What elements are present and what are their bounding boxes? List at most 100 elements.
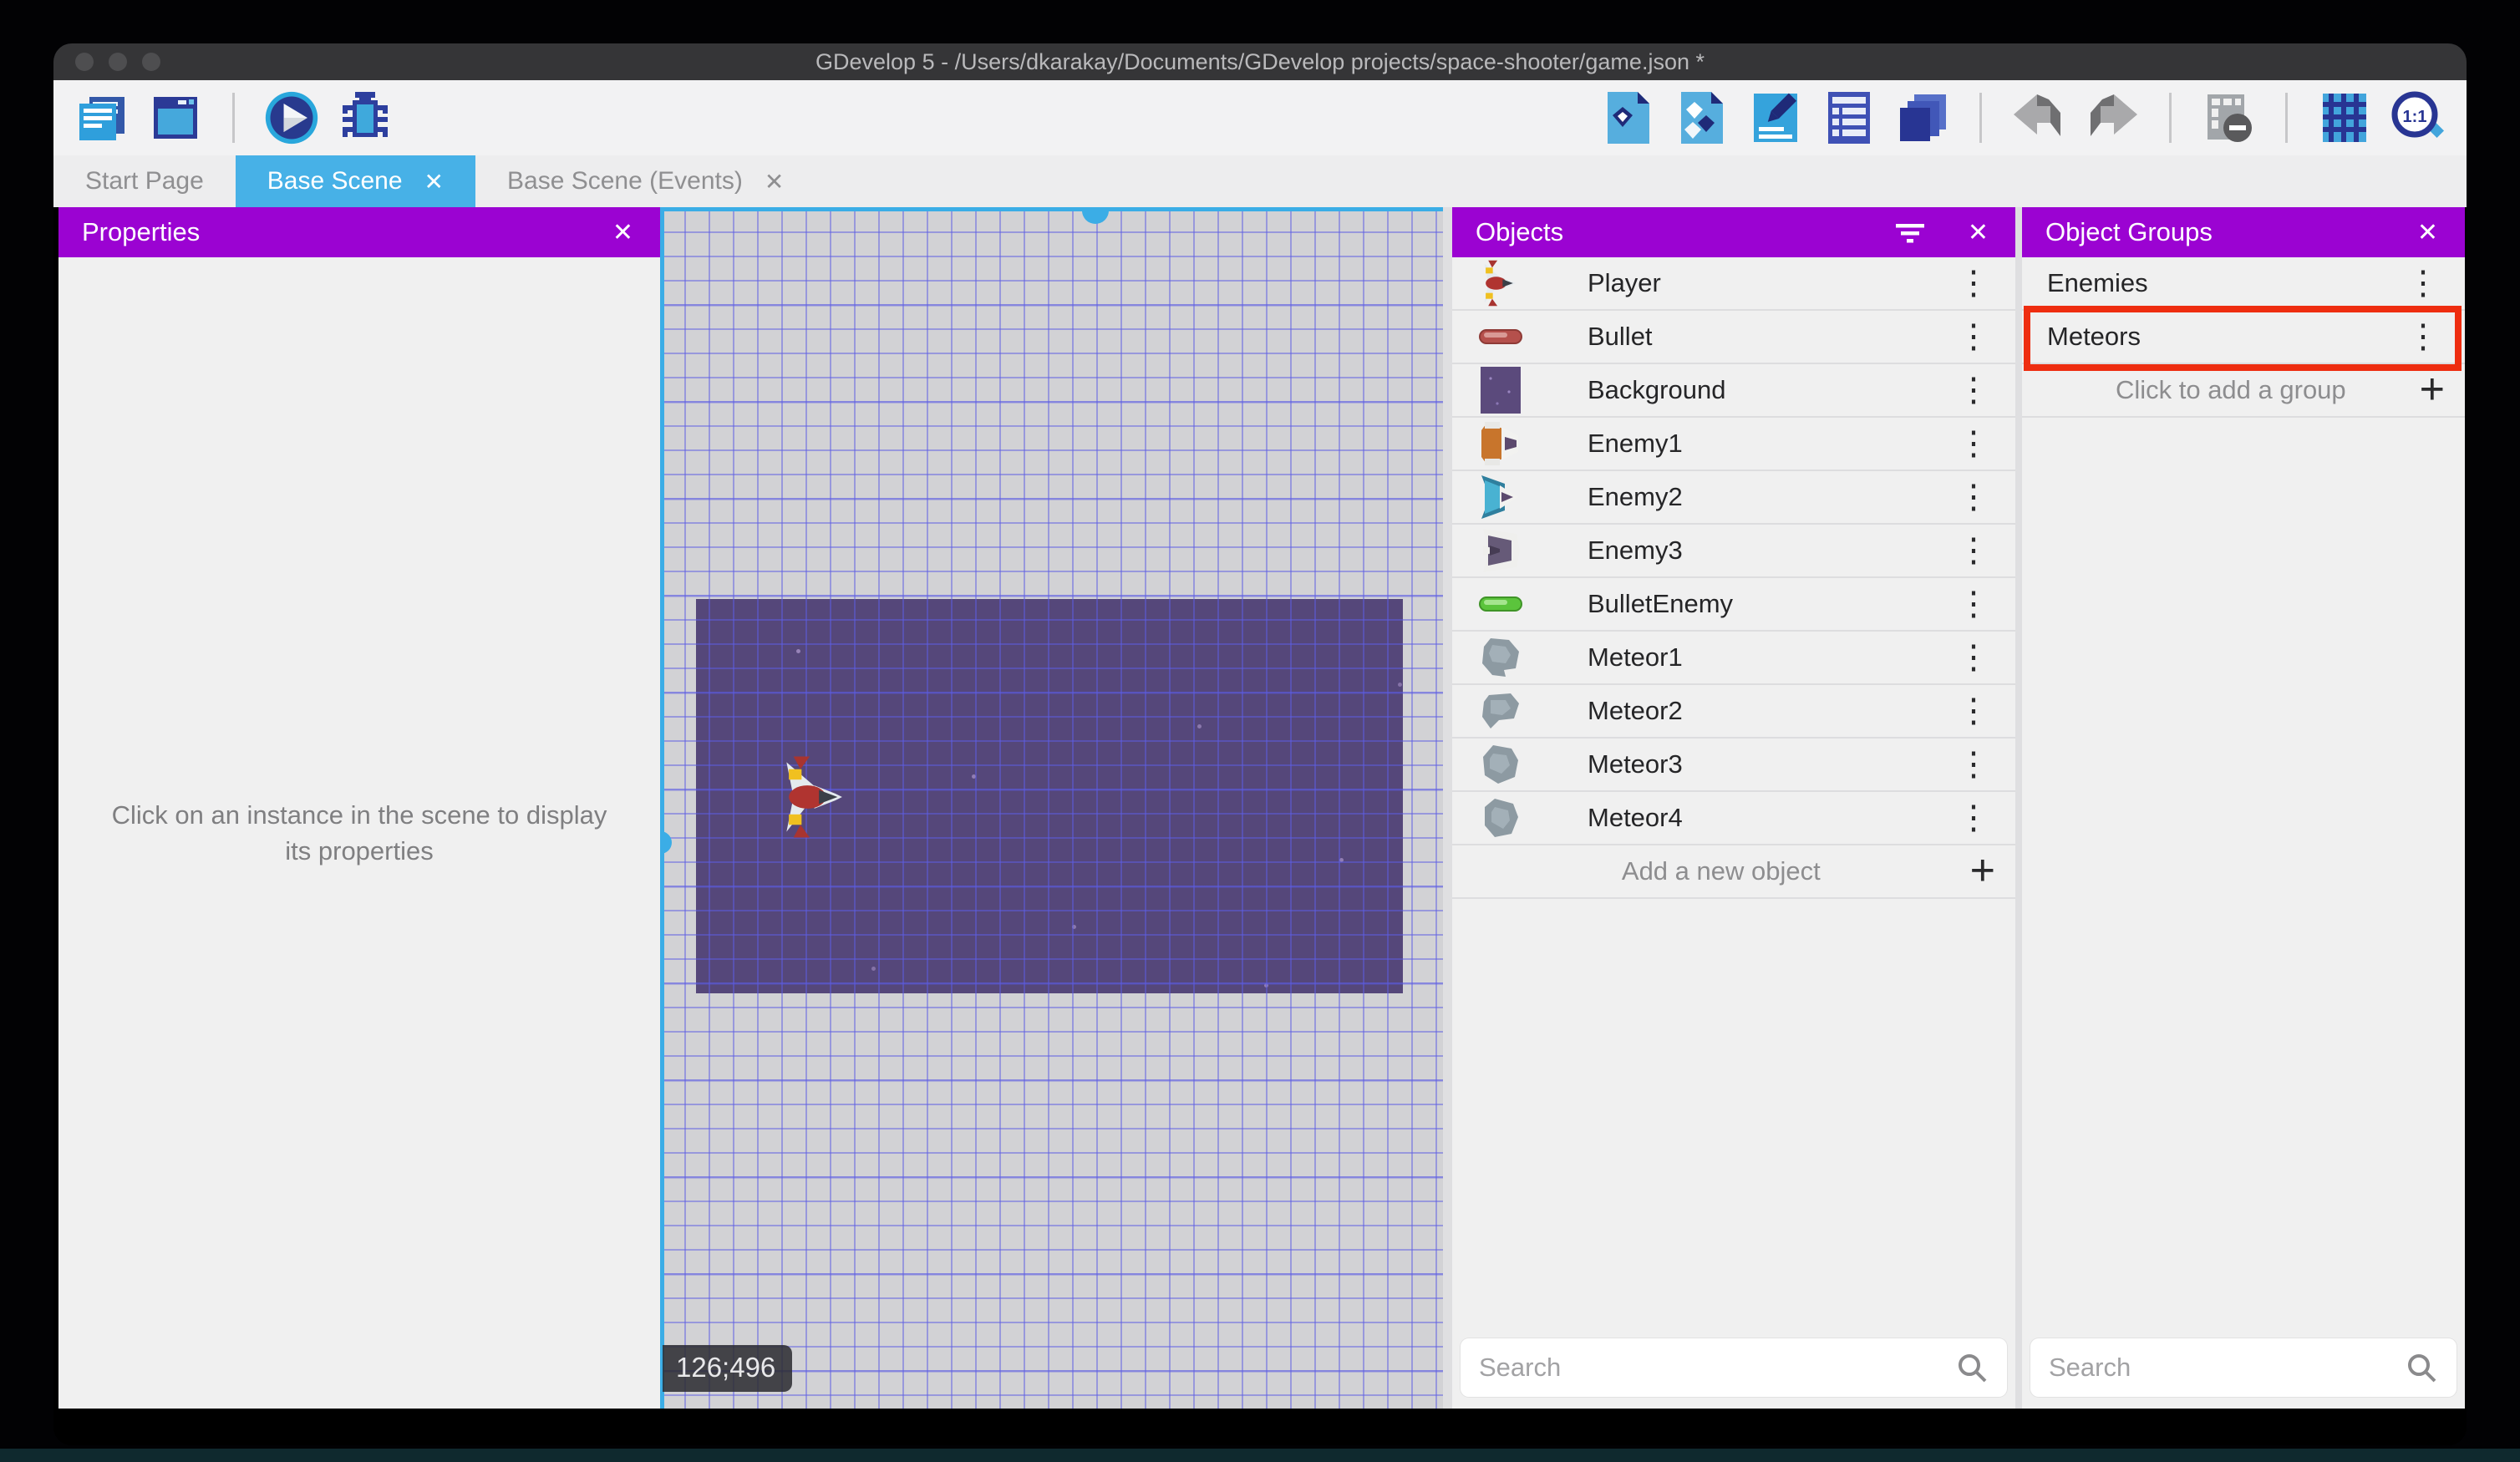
search-icon (1959, 1354, 1987, 1383)
group-row-meteors[interactable]: Meteors ⋮ (2022, 311, 2465, 364)
object-menu-icon[interactable]: ⋮ (1948, 267, 1999, 300)
tab-close-icon[interactable]: ✕ (765, 168, 784, 195)
add-object-button[interactable]: Add a new object + (1452, 845, 2015, 899)
objects-panel-title: Objects (1476, 217, 1564, 246)
object-row-enemy1[interactable]: Enemy1 ⋮ (1452, 418, 2015, 471)
bullet-icon (1477, 313, 1524, 360)
redo-icon (2091, 94, 2137, 136)
debug-icon (343, 92, 388, 137)
object-row-bulletenemy[interactable]: BulletEnemy ⋮ (1452, 578, 2015, 632)
tab-close-icon[interactable]: ✕ (424, 168, 444, 195)
export-object-button[interactable] (1600, 89, 1657, 146)
toolbar-divider (2285, 93, 2288, 143)
properties-empty-message: Click on an instance in the scene to dis… (111, 800, 607, 866)
scene-canvas[interactable]: 126;496 (660, 207, 1443, 1409)
meteor-icon (1477, 794, 1524, 841)
undo-button[interactable] (2010, 89, 2067, 146)
object-menu-icon[interactable]: ⋮ (1948, 320, 1999, 353)
panel-splitter[interactable] (1443, 207, 1452, 1409)
open-window-button[interactable] (147, 89, 204, 146)
properties-panel-title: Properties (82, 217, 201, 246)
object-row-enemy3[interactable]: Enemy3 ⋮ (1452, 525, 2015, 578)
object-menu-icon[interactable]: ⋮ (1948, 480, 1999, 514)
preview-button[interactable] (263, 89, 320, 146)
object-menu-icon[interactable]: ⋮ (1948, 801, 1999, 835)
add-group-button[interactable]: Click to add a group + (2022, 364, 2465, 418)
object-menu-icon[interactable]: ⋮ (1948, 373, 1999, 407)
tab-base-scene-events[interactable]: Base Scene (Events) ✕ (475, 155, 815, 207)
group-menu-icon[interactable]: ⋮ (2398, 320, 2448, 353)
object-groups-panel-title: Object Groups (2045, 217, 2213, 246)
tab-start-page[interactable]: Start Page (53, 155, 236, 207)
properties-close-icon[interactable]: ✕ (609, 218, 637, 247)
toggle-grid-button[interactable] (2316, 89, 2373, 146)
object-menu-icon[interactable]: ⋮ (1948, 534, 1999, 567)
object-row-player[interactable]: Player ⋮ (1452, 257, 2015, 311)
main-area: Properties ✕ Click on an instance in the… (53, 207, 2467, 1409)
toggle-mask-icon (2208, 94, 2252, 142)
group-row-enemies[interactable]: Enemies ⋮ (2022, 257, 2465, 311)
debug-button[interactable] (337, 89, 394, 146)
export-object-icon (1608, 92, 1649, 144)
object-row-meteor4[interactable]: Meteor4 ⋮ (1452, 792, 2015, 845)
cursor-coordinates: 126;496 (663, 1345, 793, 1392)
enemy1-ship-icon (1477, 420, 1524, 467)
bullet-enemy-icon (1477, 581, 1524, 627)
zoom-reset-button[interactable]: 1:1 (2390, 89, 2446, 146)
scene-properties-button[interactable] (1821, 89, 1877, 146)
search-icon (2408, 1354, 2436, 1383)
panel-splitter[interactable] (2015, 207, 2022, 1409)
undo-icon (2014, 94, 2060, 136)
object-row-meteor2[interactable]: Meteor2 ⋮ (1452, 685, 2015, 739)
objects-search[interactable] (1461, 1338, 2007, 1397)
app-window: GDevelop 5 - /Users/dkarakay/Documents/G… (53, 43, 2467, 1445)
plus-icon: + (1969, 846, 1995, 896)
objects-list-button[interactable] (1674, 89, 1730, 146)
layers-icon (1900, 94, 1946, 141)
object-row-enemy2[interactable]: Enemy2 ⋮ (1452, 471, 2015, 525)
groups-search-input[interactable] (2049, 1353, 2405, 1383)
object-groups-panel: Object Groups ✕ Enemies ⋮ Meteors ⋮ Clic… (2022, 207, 2465, 1409)
meteor-icon (1477, 634, 1524, 681)
titlebar: GDevelop 5 - /Users/dkarakay/Documents/G… (53, 43, 2467, 80)
toggle-mask-button[interactable] (2200, 89, 2257, 146)
player-instance[interactable] (780, 755, 851, 839)
window-footer (53, 1409, 2467, 1445)
new-window-icon (154, 97, 197, 139)
object-menu-icon[interactable]: ⋮ (1948, 587, 1999, 621)
background-icon (1477, 367, 1524, 414)
object-menu-icon[interactable]: ⋮ (1948, 748, 1999, 781)
objects-search-input[interactable] (1479, 1353, 1955, 1383)
objects-panel: Objects ✕ Player ⋮ Bullet ⋮ Background ⋮… (1452, 207, 2015, 1409)
layers-button[interactable] (1894, 89, 1951, 146)
object-menu-icon[interactable]: ⋮ (1948, 694, 1999, 728)
filter-icon[interactable] (1894, 221, 1926, 244)
enemy3-ship-icon (1477, 527, 1524, 574)
edit-scene-button[interactable] (1747, 89, 1804, 146)
zoom-1-1-icon: 1:1 (2391, 91, 2445, 139)
objects-close-icon[interactable]: ✕ (1964, 218, 1992, 247)
tab-base-scene[interactable]: Base Scene ✕ (235, 155, 476, 207)
object-row-meteor3[interactable]: Meteor3 ⋮ (1452, 739, 2015, 792)
object-row-background[interactable]: Background ⋮ (1452, 364, 2015, 418)
plus-icon: + (2419, 365, 2445, 414)
scene-properties-icon (1828, 92, 1870, 144)
screenshot-stage: GDevelop 5 - /Users/dkarakay/Documents/G… (0, 0, 2520, 1462)
selection-top-edge (660, 207, 1443, 211)
object-menu-icon[interactable]: ⋮ (1948, 641, 1999, 674)
editor-tabbar: Start Page Base Scene ✕ Base Scene (Even… (53, 155, 2467, 207)
object-menu-icon[interactable]: ⋮ (1948, 427, 1999, 460)
preview-play-icon (265, 91, 318, 145)
selection-handle-left[interactable] (660, 831, 672, 854)
selection-handle-top[interactable] (1082, 210, 1109, 224)
group-menu-icon[interactable]: ⋮ (2398, 267, 2448, 300)
objects-list-icon (1681, 92, 1723, 144)
object-row-bullet[interactable]: Bullet ⋮ (1452, 311, 2015, 364)
svg-text:1:1: 1:1 (2403, 108, 2427, 126)
object-row-meteor1[interactable]: Meteor1 ⋮ (1452, 632, 2015, 685)
redo-button[interactable] (2084, 89, 2141, 146)
toggle-grid-icon (2323, 94, 2366, 142)
groups-search[interactable] (2030, 1338, 2456, 1397)
object-groups-close-icon[interactable]: ✕ (2414, 218, 2441, 247)
project-manager-button[interactable] (74, 89, 130, 146)
